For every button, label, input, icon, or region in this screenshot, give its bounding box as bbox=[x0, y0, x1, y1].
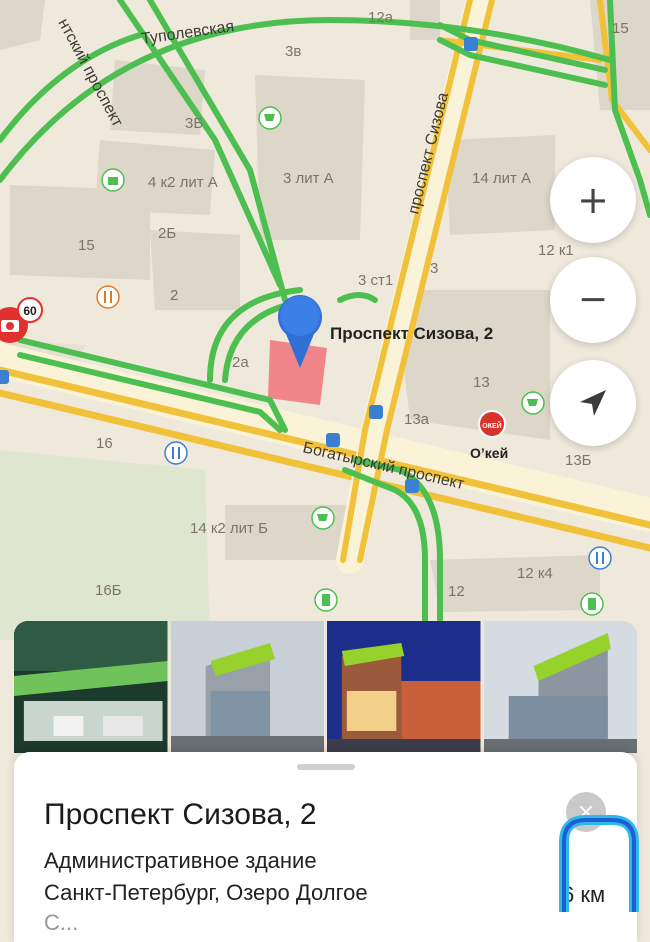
navigation-arrow-icon bbox=[580, 390, 606, 416]
building-number: 4 к2 лит А bbox=[148, 174, 218, 191]
app-logo-icon bbox=[559, 815, 639, 912]
building-number: 3 bbox=[430, 260, 438, 277]
bus-stop-icon[interactable] bbox=[405, 479, 419, 493]
drag-handle[interactable] bbox=[297, 764, 355, 770]
building-number: 13а bbox=[404, 411, 430, 428]
bus-stop-icon[interactable] bbox=[326, 433, 340, 447]
food-icon[interactable] bbox=[96, 285, 120, 309]
building-number: 15 bbox=[78, 237, 95, 254]
building-number: 13 bbox=[473, 374, 490, 391]
zoom-in-button[interactable]: + bbox=[550, 157, 636, 243]
building-number: 12а bbox=[368, 9, 394, 26]
service-icon[interactable] bbox=[164, 441, 188, 465]
bus-stop-icon[interactable] bbox=[464, 37, 478, 51]
plus-icon: + bbox=[577, 178, 609, 222]
speed-limit-value: 60 bbox=[23, 304, 37, 318]
building-number: 3 лит А bbox=[283, 170, 334, 187]
building-number: 16Б bbox=[95, 582, 122, 599]
building-number: 12 к1 bbox=[538, 242, 574, 259]
bus-stop-icon[interactable] bbox=[0, 370, 9, 384]
zoom-out-button[interactable]: − bbox=[550, 257, 636, 343]
building-number: 16 bbox=[96, 435, 113, 452]
building-number: 2Б bbox=[158, 225, 176, 242]
building-number: 12 bbox=[448, 583, 465, 600]
building-number: 15 bbox=[612, 20, 629, 37]
building-number: 2 bbox=[170, 287, 178, 304]
building-number: 3Б bbox=[185, 115, 203, 132]
photo-building-front[interactable] bbox=[483, 621, 638, 753]
building-number: 2а bbox=[232, 354, 249, 371]
place-title: Проспект Сизова, 2 bbox=[44, 798, 317, 831]
okey-store-marker[interactable]: ОКЕЙ bbox=[478, 410, 506, 438]
service-icon[interactable] bbox=[588, 546, 612, 570]
my-location-button[interactable] bbox=[550, 360, 636, 446]
place-photos[interactable] bbox=[14, 621, 637, 753]
building-number: 13Б bbox=[565, 452, 592, 469]
photo-building-day[interactable] bbox=[170, 621, 325, 753]
bus-stop-icon[interactable] bbox=[369, 405, 383, 419]
photo-building-night[interactable] bbox=[327, 621, 481, 753]
shopping-cart-icon[interactable] bbox=[311, 506, 335, 530]
building-number: 12 к4 bbox=[517, 565, 553, 582]
place-address: Санкт-Петербург, Озеро Долгое bbox=[44, 880, 368, 905]
shopping-cart-icon[interactable] bbox=[258, 106, 282, 130]
building-number: 3в bbox=[285, 43, 301, 60]
shopping-cart-icon[interactable] bbox=[521, 391, 545, 415]
okey-badge-text: ОКЕЙ bbox=[482, 421, 501, 430]
okey-store-label: О’кей bbox=[470, 445, 508, 461]
fuel-icon[interactable] bbox=[580, 592, 604, 616]
building-number: 14 лит А bbox=[472, 170, 531, 187]
place-extra-line: С... bbox=[44, 910, 79, 935]
bag-icon[interactable] bbox=[101, 168, 125, 192]
photo-interior[interactable] bbox=[14, 621, 168, 753]
place-type: Административное здание bbox=[44, 848, 317, 873]
building-number: 14 к2 лит Б bbox=[190, 520, 268, 537]
fuel-icon[interactable] bbox=[314, 588, 338, 612]
building-number: 3 ст1 bbox=[358, 272, 393, 289]
minus-icon: − bbox=[577, 279, 609, 320]
place-card[interactable]: Проспект Сизова, 2 Административное здан… bbox=[14, 752, 637, 942]
pin-label: Проспект Сизова, 2 bbox=[330, 324, 493, 343]
